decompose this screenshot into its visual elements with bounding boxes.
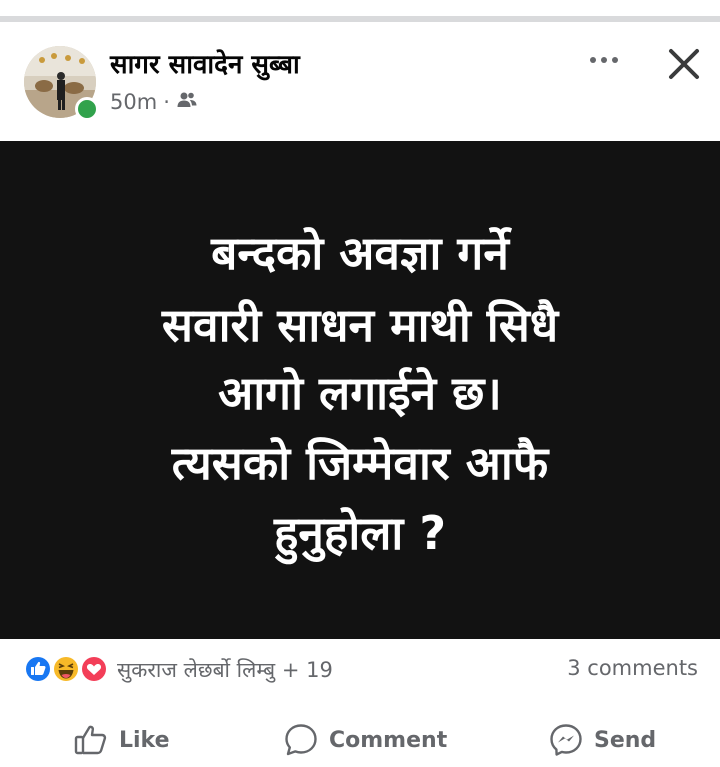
top-spacer <box>0 0 720 17</box>
post-text-line: सवारी साधन माथी सिधै <box>161 298 559 352</box>
comment-icon <box>285 724 317 756</box>
reaction-icons[interactable] <box>22 653 112 685</box>
post-text-line: त्यसको जिम्मेवार आफै <box>171 436 549 490</box>
post-text-line: हुनुहोला ? <box>273 506 447 560</box>
messenger-icon <box>550 724 582 756</box>
comment-label: Comment <box>329 727 448 753</box>
more-dot-icon <box>590 57 596 63</box>
more-dot-icon <box>601 57 607 63</box>
post-text-image[interactable]: बन्दको अवज्ञा गर्ने सवारी साधन माथी सिधै… <box>0 141 720 639</box>
close-button[interactable] <box>664 44 704 84</box>
haha-reaction-icon <box>52 655 80 683</box>
send-button[interactable]: Send <box>548 718 656 762</box>
online-status-indicator <box>75 97 99 121</box>
more-dot-icon <box>612 57 618 63</box>
more-options-button[interactable] <box>584 46 624 74</box>
post-time[interactable]: 50m <box>110 90 157 114</box>
thumbs-up-icon <box>74 725 107 755</box>
friends-icon <box>176 90 198 114</box>
like-label: Like <box>119 727 170 753</box>
send-label: Send <box>594 727 657 753</box>
post-header <box>0 22 720 140</box>
post-text-line: आगो लगाईने छ। <box>218 366 502 420</box>
comments-count[interactable]: 3 comments <box>567 656 698 680</box>
reactions-summary[interactable]: सुकराज लेछर्बो लिम्बु + 19 <box>117 656 333 684</box>
comment-button[interactable]: Comment <box>283 718 447 762</box>
meta-separator: · <box>163 90 170 114</box>
like-reaction-icon <box>24 655 52 683</box>
love-reaction-icon <box>80 655 108 683</box>
author-name[interactable]: सागर सावादेन सुब्बा <box>110 45 300 81</box>
post-text-line: बन्दको अवज्ञा गर्ने <box>211 226 509 280</box>
close-icon <box>669 49 699 79</box>
post-meta: 50m · <box>110 90 198 114</box>
like-button[interactable]: Like <box>73 718 170 762</box>
